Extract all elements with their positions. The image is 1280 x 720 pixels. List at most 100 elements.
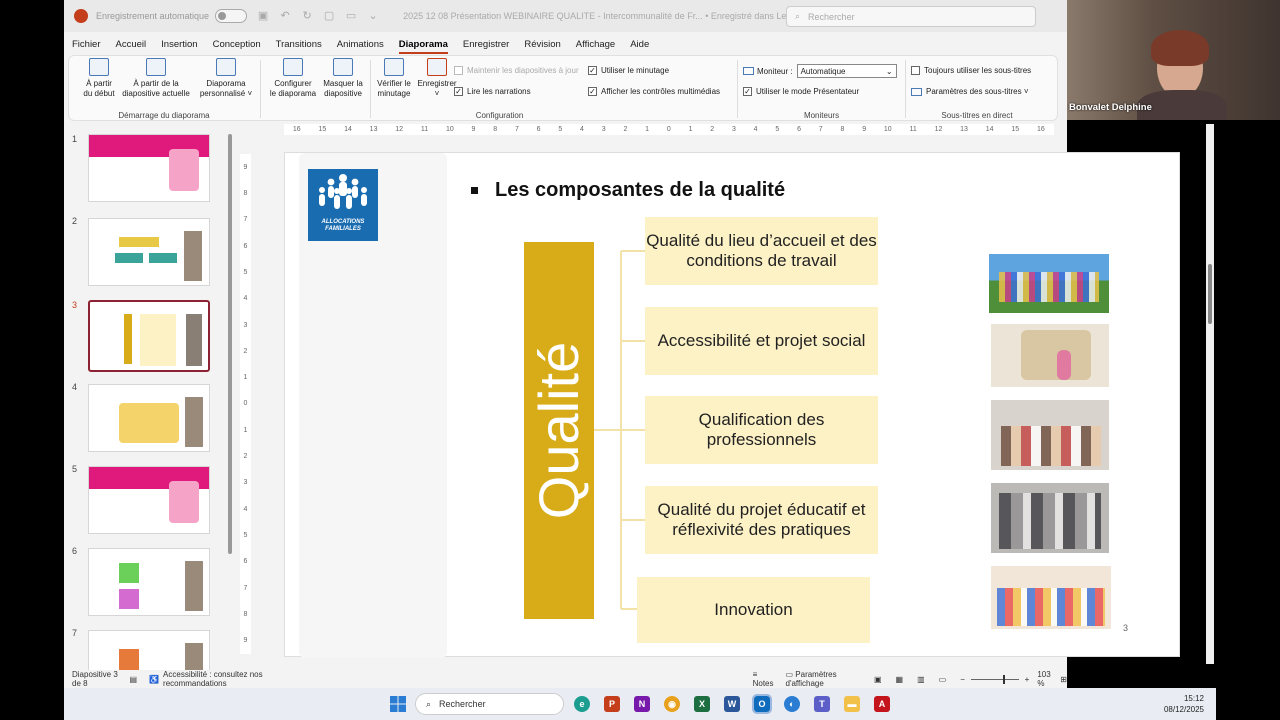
tab-revision[interactable]: Révision [524, 39, 560, 50]
option-label: Maintenir les diapositives à jour [467, 66, 579, 75]
slide-thumbnail-3-selected[interactable] [88, 300, 210, 372]
editor-scrollbar[interactable] [1206, 124, 1214, 664]
ruler-tick: 10 [883, 126, 892, 133]
tab-fichier[interactable]: Fichier [72, 39, 101, 50]
slide-thumbnail-1[interactable] [88, 134, 210, 202]
fit-to-window-icon[interactable]: ⊞ [1060, 675, 1067, 684]
accessibility-status[interactable]: Accessibilité : consultez nos recommanda… [163, 670, 287, 688]
slide-thumbnail-2[interactable] [88, 218, 210, 286]
thumbnails-scrollbar[interactable] [227, 124, 233, 670]
tab-accueil[interactable]: Accueil [116, 39, 147, 50]
presenter-view-checkbox[interactable]: ✓ Utiliser le mode Présentateur [743, 87, 859, 96]
rehearse-timings-button[interactable]: Vérifier le minutage [372, 58, 416, 99]
save-icon[interactable]: ▣ [257, 10, 269, 22]
tab-insertion[interactable]: Insertion [161, 39, 197, 50]
slide-thumbnail-5[interactable] [88, 466, 210, 534]
chat-icon[interactable]: ◐ [784, 696, 800, 712]
btn-label: Configurer [274, 79, 312, 88]
slide-thumbnail-6[interactable] [88, 548, 210, 616]
normal-view-icon[interactable]: ▣ [874, 675, 882, 684]
notes-button[interactable]: ≡ Notes [753, 670, 774, 688]
slide-thumbnail-4[interactable] [88, 384, 210, 452]
app-icon[interactable]: ◉ [664, 696, 680, 712]
record-button[interactable]: Enregistrer ˅ [416, 58, 458, 99]
subtitle-settings-button[interactable]: Paramètres des sous-titres ˅ [911, 87, 1028, 96]
notes-label: Notes [752, 679, 774, 688]
thumb-photos [186, 314, 202, 366]
ruler-tick: 10 [445, 126, 454, 133]
ruler-tick: 3 [731, 126, 736, 133]
setup-slideshow-button[interactable]: Configurer le diaporama [266, 58, 320, 99]
current-slide[interactable]: ALLOCATIONS FAMILIALES Les composantes d… [284, 152, 1180, 658]
ruler-tick: 4 [753, 126, 758, 133]
play-narrations-checkbox[interactable]: ✓ Lire les narrations [454, 87, 531, 96]
tab-enregistrer[interactable]: Enregistrer [463, 39, 509, 50]
photo-adults-meeting [991, 483, 1109, 553]
teams-icon[interactable]: T [814, 696, 830, 712]
slide-thumbnail-7[interactable] [88, 630, 210, 670]
ruler-tick: 16 [1036, 126, 1045, 133]
tab-aide[interactable]: Aide [630, 39, 649, 50]
thumb-illustration [169, 149, 199, 191]
excel-icon[interactable]: X [694, 696, 710, 712]
powerpoint-icon[interactable]: P [604, 696, 620, 712]
customize-qat-icon[interactable]: ⌄ [367, 10, 379, 22]
scrollbar-thumb[interactable] [228, 134, 232, 554]
slideshow-view-icon[interactable]: ▭ [939, 675, 947, 684]
hide-slide-button[interactable]: Masquer la diapositive [320, 58, 366, 99]
monitor-select[interactable]: Automatique ⌄ [796, 64, 897, 78]
show-media-controls-checkbox[interactable]: ✓ Afficher les contrôles multimédias [588, 87, 720, 96]
zoom-slider-thumb[interactable] [1002, 674, 1005, 684]
search-icon: ⌕ [795, 11, 801, 21]
file-explorer-icon[interactable]: ▬ [844, 696, 860, 712]
start-from-current-button[interactable]: À partir de la diapositive actuelle [119, 58, 193, 99]
undo-icon[interactable]: ↶ [279, 10, 291, 22]
zoom-out-icon[interactable]: − [960, 675, 965, 684]
autosave-toggle[interactable] [215, 9, 248, 23]
start-from-beginning-button[interactable]: À partir du début [79, 58, 119, 99]
new-slide-icon[interactable]: ▢ [323, 10, 335, 22]
ruler-tick: 5 [775, 126, 780, 133]
ribbon-divider [370, 60, 371, 118]
component-box-4: Qualité du projet éducatif et réflexivit… [645, 486, 878, 554]
windows-start-icon[interactable] [390, 696, 406, 712]
slide-sorter-icon[interactable]: ▦ [896, 675, 904, 684]
outlook-icon[interactable]: O [752, 694, 772, 714]
checkbox-icon [911, 66, 920, 75]
slide-counter: Diapositive 3 de 8 [72, 670, 118, 688]
thumb-shape [119, 403, 179, 443]
zoom-level[interactable]: 103 % [1037, 670, 1054, 688]
scrollbar-thumb[interactable] [1208, 264, 1212, 324]
ruler-tick: 6 [243, 242, 248, 250]
edge-icon[interactable]: e [574, 696, 590, 712]
taskbar-search[interactable]: ⌕ Rechercher [415, 693, 564, 715]
redo-icon[interactable]: ↻ [301, 10, 313, 22]
onenote-icon[interactable]: N [634, 696, 650, 712]
reading-view-icon[interactable]: ▥ [917, 675, 925, 684]
tab-animations[interactable]: Animations [337, 39, 384, 50]
use-timings-checkbox[interactable]: ✓ Utiliser le minutage [588, 66, 669, 75]
display-settings-button[interactable]: ▭ Paramètres d'affichage [786, 670, 854, 688]
autosave-label: Enregistrement automatique [96, 11, 210, 21]
always-subtitles-checkbox[interactable]: Toujours utiliser les sous-titres [911, 66, 1031, 75]
monitor-icon [743, 67, 754, 75]
windows-logo [390, 696, 406, 712]
tab-affichage[interactable]: Affichage [576, 39, 615, 50]
present-icon[interactable]: ▭ [345, 10, 357, 22]
option-label: Lire les narrations [467, 87, 531, 96]
word-icon[interactable]: W [724, 696, 740, 712]
ruler-tick: 6 [797, 126, 801, 133]
tab-diaporama[interactable]: Diaporama [398, 39, 448, 54]
accessibility-icon[interactable]: ♿ [149, 675, 159, 684]
ruler-tick: 0 [243, 400, 248, 408]
zoom-slider[interactable] [970, 674, 1019, 684]
custom-slideshow-button[interactable]: Diaporama personnalisé ˅ [197, 58, 255, 99]
tab-transitions[interactable]: Transitions [276, 39, 322, 50]
thumbnail-number: 7 [72, 628, 78, 638]
search-input[interactable]: ⌕ Rechercher [786, 6, 1036, 27]
system-clock[interactable]: 15:12 08/12/2025 [1164, 693, 1204, 715]
tab-conception[interactable]: Conception [213, 39, 261, 50]
pdf-icon[interactable]: A [874, 696, 890, 712]
zoom-in-icon[interactable]: + [1025, 675, 1030, 684]
spellcheck-icon[interactable]: ▤ [130, 675, 138, 684]
